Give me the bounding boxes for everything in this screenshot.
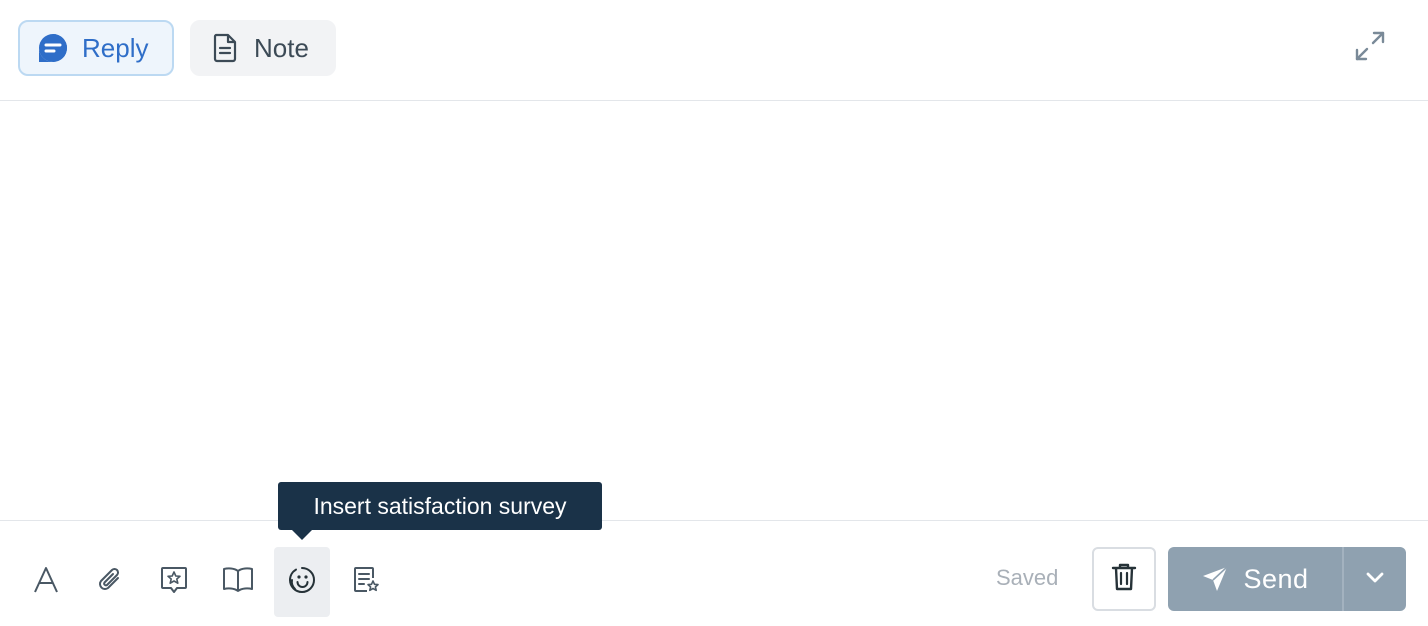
send-label: Send: [1243, 563, 1309, 594]
send-button-group: Send: [1168, 547, 1406, 611]
tab-note-label: Note: [254, 32, 309, 63]
trash-icon: [1111, 562, 1137, 597]
tab-note[interactable]: Note: [190, 20, 336, 76]
saved-reply-icon: [351, 565, 381, 600]
paperclip-icon: [96, 566, 124, 599]
expand-arrows-icon: [1354, 30, 1386, 67]
delete-draft-button[interactable]: [1092, 547, 1156, 611]
saved-status: Saved: [996, 565, 1059, 590]
send-button[interactable]: Send: [1168, 547, 1342, 611]
saved-reply-button[interactable]: [338, 547, 394, 617]
message-editor[interactable]: [0, 102, 1428, 520]
text-format-icon: [32, 566, 60, 599]
text-format-button[interactable]: [18, 547, 74, 617]
paper-plane-icon: [1201, 565, 1229, 593]
composer-toolbar: Saved Send: [0, 520, 1428, 626]
expand-button[interactable]: [1352, 30, 1388, 66]
star-message-button[interactable]: [146, 547, 202, 617]
chat-bubble-icon: [36, 31, 70, 65]
tab-reply-label: Reply: [82, 32, 149, 63]
chevron-down-icon: [1365, 570, 1385, 589]
document-icon: [208, 31, 242, 65]
star-message-icon: [159, 565, 189, 600]
send-options-button[interactable]: [1344, 547, 1406, 611]
knowledge-base-button[interactable]: [210, 547, 266, 617]
tooltip: Insert satisfaction survey: [278, 482, 602, 540]
composer-header: Reply Note: [0, 0, 1428, 101]
satisfaction-survey-icon: [287, 565, 317, 600]
knowledge-base-book-icon: [222, 566, 254, 599]
attach-button[interactable]: [82, 547, 138, 617]
tab-reply[interactable]: Reply: [18, 20, 174, 76]
satisfaction-survey-button[interactable]: [274, 547, 330, 617]
